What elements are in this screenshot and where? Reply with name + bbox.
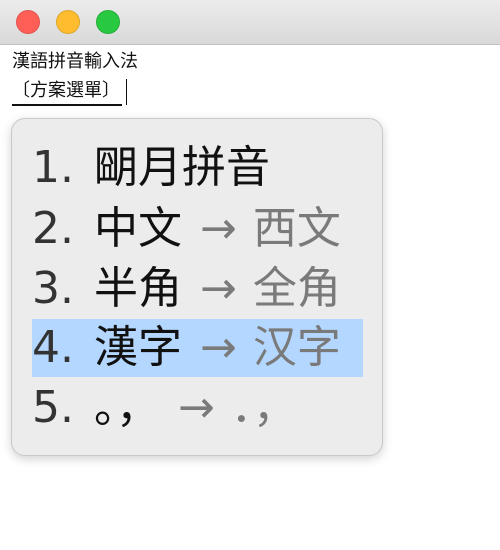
candidate-index: 2. — [32, 203, 74, 254]
candidate-item-3[interactable]: 3. 半角 → 全角 — [32, 260, 363, 318]
close-window-button[interactable] — [16, 10, 40, 34]
candidate-text: 朙月拼音 — [94, 142, 270, 193]
candidate-text: 中文 — [94, 203, 182, 254]
text-caret — [126, 79, 127, 105]
right-arrow-icon: → — [178, 382, 215, 433]
title-bar — [0, 0, 500, 45]
candidate-text: 半角 — [94, 263, 182, 314]
candidate-text: 。， — [94, 382, 160, 433]
right-arrow-icon: → — [200, 203, 237, 254]
candidate-comment: 西文 — [252, 203, 341, 254]
preedit-composition: 〔方案選單〕 — [12, 79, 127, 106]
candidate-comment: ．， — [230, 382, 297, 433]
candidate-comment: 全角 — [252, 263, 341, 314]
committed-text-line: 漢語拼音輸入法 — [12, 51, 138, 72]
right-arrow-icon: → — [200, 263, 237, 314]
candidate-item-4-selected[interactable]: 4. 漢字 → 汉字 — [32, 319, 363, 377]
preedit-text: 〔方案選單〕 — [12, 79, 122, 106]
candidate-text: 漢字 — [94, 322, 182, 373]
candidate-item-1[interactable]: 1. 朙月拼音 — [32, 139, 363, 197]
candidate-index: 1. — [32, 142, 74, 193]
candidate-item-2[interactable]: 2. 中文 → 西文 — [32, 200, 363, 258]
right-arrow-icon: → — [200, 322, 237, 373]
candidate-index: 5. — [32, 382, 74, 433]
candidate-window: 1. 朙月拼音 2. 中文 → 西文 3. 半角 → 全角 4. 漢字 → 汉字… — [11, 118, 383, 456]
candidate-comment: 汉字 — [252, 322, 341, 373]
zoom-window-button[interactable] — [96, 10, 120, 34]
candidate-item-5[interactable]: 5. 。， → ．， — [32, 379, 363, 437]
candidate-index: 3. — [32, 263, 74, 314]
candidate-index: 4. — [32, 322, 74, 373]
minimize-window-button[interactable] — [56, 10, 80, 34]
